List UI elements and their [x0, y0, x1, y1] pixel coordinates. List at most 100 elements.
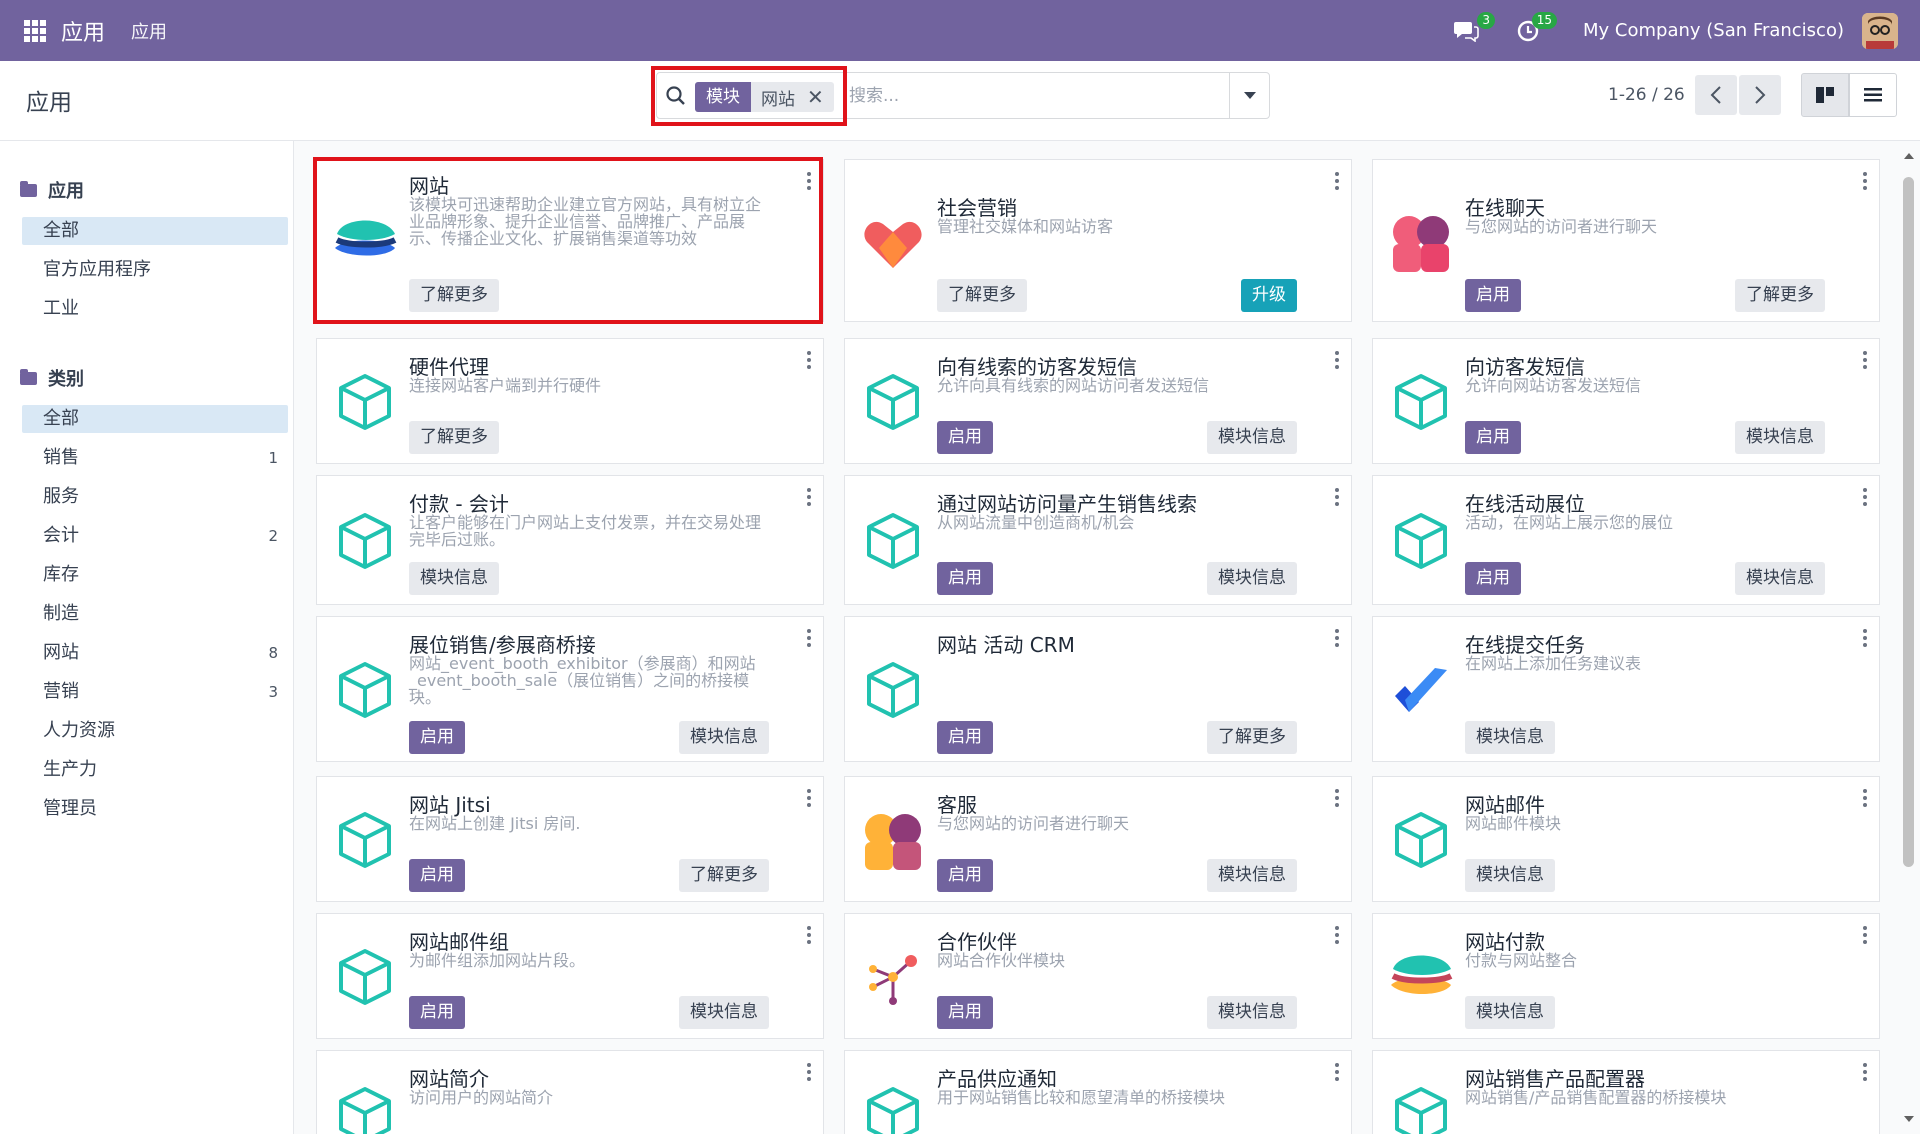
app-card[interactable]: 网站邮件 网站邮件模块 模块信息: [1372, 776, 1880, 902]
card-menu-icon[interactable]: [1863, 926, 1867, 947]
app-card[interactable]: 网站邮件组 为邮件组添加网站片段。 启用 模块信息: [316, 913, 824, 1039]
app-card[interactable]: 产品供应通知 用于网站销售比较和愿望清单的桥接模块: [844, 1050, 1352, 1134]
app-card-secondary-button[interactable]: 模块信息: [1735, 421, 1825, 454]
company-switcher[interactable]: My Company (San Francisco): [1583, 20, 1844, 41]
nav-menu-apps[interactable]: 应用: [131, 18, 167, 44]
sidebar-category-item[interactable]: 服务: [22, 483, 288, 511]
card-menu-icon[interactable]: [1863, 351, 1867, 372]
sidebar-app-filter[interactable]: 全部: [22, 217, 288, 245]
sidebar-category-item[interactable]: 销售 1: [22, 444, 288, 472]
activity-clock-icon[interactable]: 15: [1513, 11, 1558, 46]
app-card-secondary-button[interactable]: 模块信息: [1735, 562, 1825, 595]
user-avatar[interactable]: [1862, 12, 1898, 49]
pager-value[interactable]: 1-26 / 26: [1608, 85, 1685, 105]
search-options-toggle[interactable]: [1229, 73, 1269, 118]
card-menu-icon[interactable]: [1863, 1063, 1867, 1084]
card-menu-icon[interactable]: [807, 926, 811, 947]
list-view-button[interactable]: [1849, 73, 1897, 117]
app-card-secondary-button[interactable]: 模块信息: [1207, 562, 1297, 595]
card-menu-icon[interactable]: [807, 789, 811, 810]
sidebar-app-filter[interactable]: 官方应用程序: [22, 256, 288, 284]
chat-icon[interactable]: 3: [1451, 11, 1496, 46]
sidebar-app-filter[interactable]: 工业: [22, 295, 288, 323]
sidebar-category-item[interactable]: 全部: [22, 405, 288, 433]
app-card-primary-button[interactable]: 启用: [409, 996, 465, 1029]
app-card[interactable]: 展位销售/参展商桥接 网站_event_booth_exhibitor（参展商）和…: [316, 616, 824, 762]
app-card-secondary-button[interactable]: 模块信息: [679, 721, 769, 754]
app-card[interactable]: 社会营销 管理社交媒体和网站访客 了解更多 升级: [844, 159, 1352, 322]
app-card-secondary-button[interactable]: 模块信息: [1207, 996, 1297, 1029]
card-menu-icon[interactable]: [1335, 1063, 1339, 1084]
app-card-primary-button[interactable]: 模块信息: [1465, 996, 1555, 1029]
app-card[interactable]: 网站 Jitsi 在网站上创建 Jitsi 房间. 启用 了解更多: [316, 776, 824, 902]
app-card-primary-button[interactable]: 启用: [937, 562, 993, 595]
scroll-down-icon[interactable]: [1904, 1116, 1914, 1122]
app-card-secondary-button[interactable]: 升级: [1241, 279, 1297, 312]
app-card-primary-button[interactable]: 模块信息: [1465, 859, 1555, 892]
card-menu-icon[interactable]: [1335, 172, 1339, 193]
app-card[interactable]: 客服 与您网站的访问者进行聊天 启用 模块信息: [844, 776, 1352, 902]
app-card-secondary-button[interactable]: 模块信息: [1207, 421, 1297, 454]
card-menu-icon[interactable]: [807, 1063, 811, 1084]
sidebar-category-item[interactable]: 生产力: [22, 756, 288, 784]
app-card-primary-button[interactable]: 启用: [937, 859, 993, 892]
card-menu-icon[interactable]: [1335, 488, 1339, 509]
app-card-primary-button[interactable]: 启用: [937, 996, 993, 1029]
app-card[interactable]: 在线聊天 与您网站的访问者进行聊天 启用 了解更多: [1372, 159, 1880, 322]
app-card-primary-button[interactable]: 启用: [937, 421, 993, 454]
app-card[interactable]: 向访客发短信 允许向网站访客发送短信 启用 模块信息: [1372, 338, 1880, 464]
app-card-secondary-button[interactable]: 模块信息: [679, 996, 769, 1029]
sidebar-category-item[interactable]: 网站 8: [22, 639, 288, 667]
app-card[interactable]: 合作伙伴 网站合作伙伴模块 启用 模块信息: [844, 913, 1352, 1039]
app-grid-icon[interactable]: [24, 19, 46, 42]
app-card-secondary-button[interactable]: 了解更多: [1735, 279, 1825, 312]
app-card-primary-button[interactable]: 了解更多: [937, 279, 1027, 312]
app-card[interactable]: 网站简介 访问用户的网站简介: [316, 1050, 824, 1134]
app-card-secondary-button[interactable]: 了解更多: [679, 859, 769, 892]
scroll-thumb[interactable]: [1903, 177, 1914, 867]
scrollbar[interactable]: [1898, 141, 1920, 1134]
card-menu-icon[interactable]: [1863, 629, 1867, 650]
app-card-primary-button[interactable]: 启用: [1465, 279, 1521, 312]
app-card-primary-button[interactable]: 模块信息: [409, 562, 499, 595]
card-menu-icon[interactable]: [1863, 172, 1867, 193]
card-menu-icon[interactable]: [1863, 789, 1867, 810]
app-card[interactable]: 网站 活动 CRM 启用 了解更多: [844, 616, 1352, 762]
card-menu-icon[interactable]: [1335, 351, 1339, 372]
card-menu-icon[interactable]: [1335, 629, 1339, 650]
card-menu-icon[interactable]: [1335, 789, 1339, 810]
app-card[interactable]: 网站销售产品配置器 网站销售/产品销售配置器的桥接模块: [1372, 1050, 1880, 1134]
sidebar-category-item[interactable]: 管理员: [22, 795, 288, 823]
app-card[interactable]: 付款 - 会计 让客户能够在门户网站上支付发票，并在交易处理完毕后过账。 模块信息: [316, 475, 824, 605]
app-card-primary-button[interactable]: 启用: [1465, 421, 1521, 454]
app-card[interactable]: 网站付款 付款与网站整合 模块信息: [1372, 913, 1880, 1039]
app-card-primary-button[interactable]: 了解更多: [409, 421, 499, 454]
card-menu-icon[interactable]: [1863, 488, 1867, 509]
app-card[interactable]: 硬件代理 连接网站客户端到并行硬件 了解更多: [316, 338, 824, 464]
app-card-primary-button[interactable]: 模块信息: [1465, 721, 1555, 754]
sidebar-category-item[interactable]: 制造: [22, 600, 288, 628]
scroll-up-icon[interactable]: [1904, 153, 1914, 159]
nav-brand[interactable]: 应用: [61, 15, 105, 47]
app-card-primary-button[interactable]: 启用: [409, 859, 465, 892]
sidebar-category-item[interactable]: 人力资源: [22, 717, 288, 745]
app-card-primary-button[interactable]: 启用: [1465, 562, 1521, 595]
app-card-primary-button[interactable]: 启用: [937, 721, 993, 754]
sidebar-category-item[interactable]: 库存: [22, 561, 288, 589]
card-menu-icon[interactable]: [807, 629, 811, 650]
card-menu-icon[interactable]: [807, 351, 811, 372]
sidebar-category-item[interactable]: 会计 2: [22, 522, 288, 550]
app-card[interactable]: 通过网站访问量产生销售线索 从网站流量中创造商机/机会 启用 模块信息: [844, 475, 1352, 605]
sidebar-category-item[interactable]: 营销 3: [22, 678, 288, 706]
kanban-view-button[interactable]: [1801, 73, 1849, 117]
app-card[interactable]: 在线提交任务 在网站上添加任务建议表 模块信息: [1372, 616, 1880, 762]
app-card[interactable]: 在线活动展位 活动，在网站上展示您的展位 启用 模块信息: [1372, 475, 1880, 605]
search-input[interactable]: [849, 81, 1219, 111]
app-card-secondary-button[interactable]: 模块信息: [1207, 859, 1297, 892]
app-card-primary-button[interactable]: 启用: [409, 721, 465, 754]
pager-next-button[interactable]: [1739, 75, 1781, 115]
app-card-secondary-button[interactable]: 了解更多: [1207, 721, 1297, 754]
card-menu-icon[interactable]: [1335, 926, 1339, 947]
pager-previous-button[interactable]: [1695, 75, 1737, 115]
card-menu-icon[interactable]: [807, 488, 811, 509]
